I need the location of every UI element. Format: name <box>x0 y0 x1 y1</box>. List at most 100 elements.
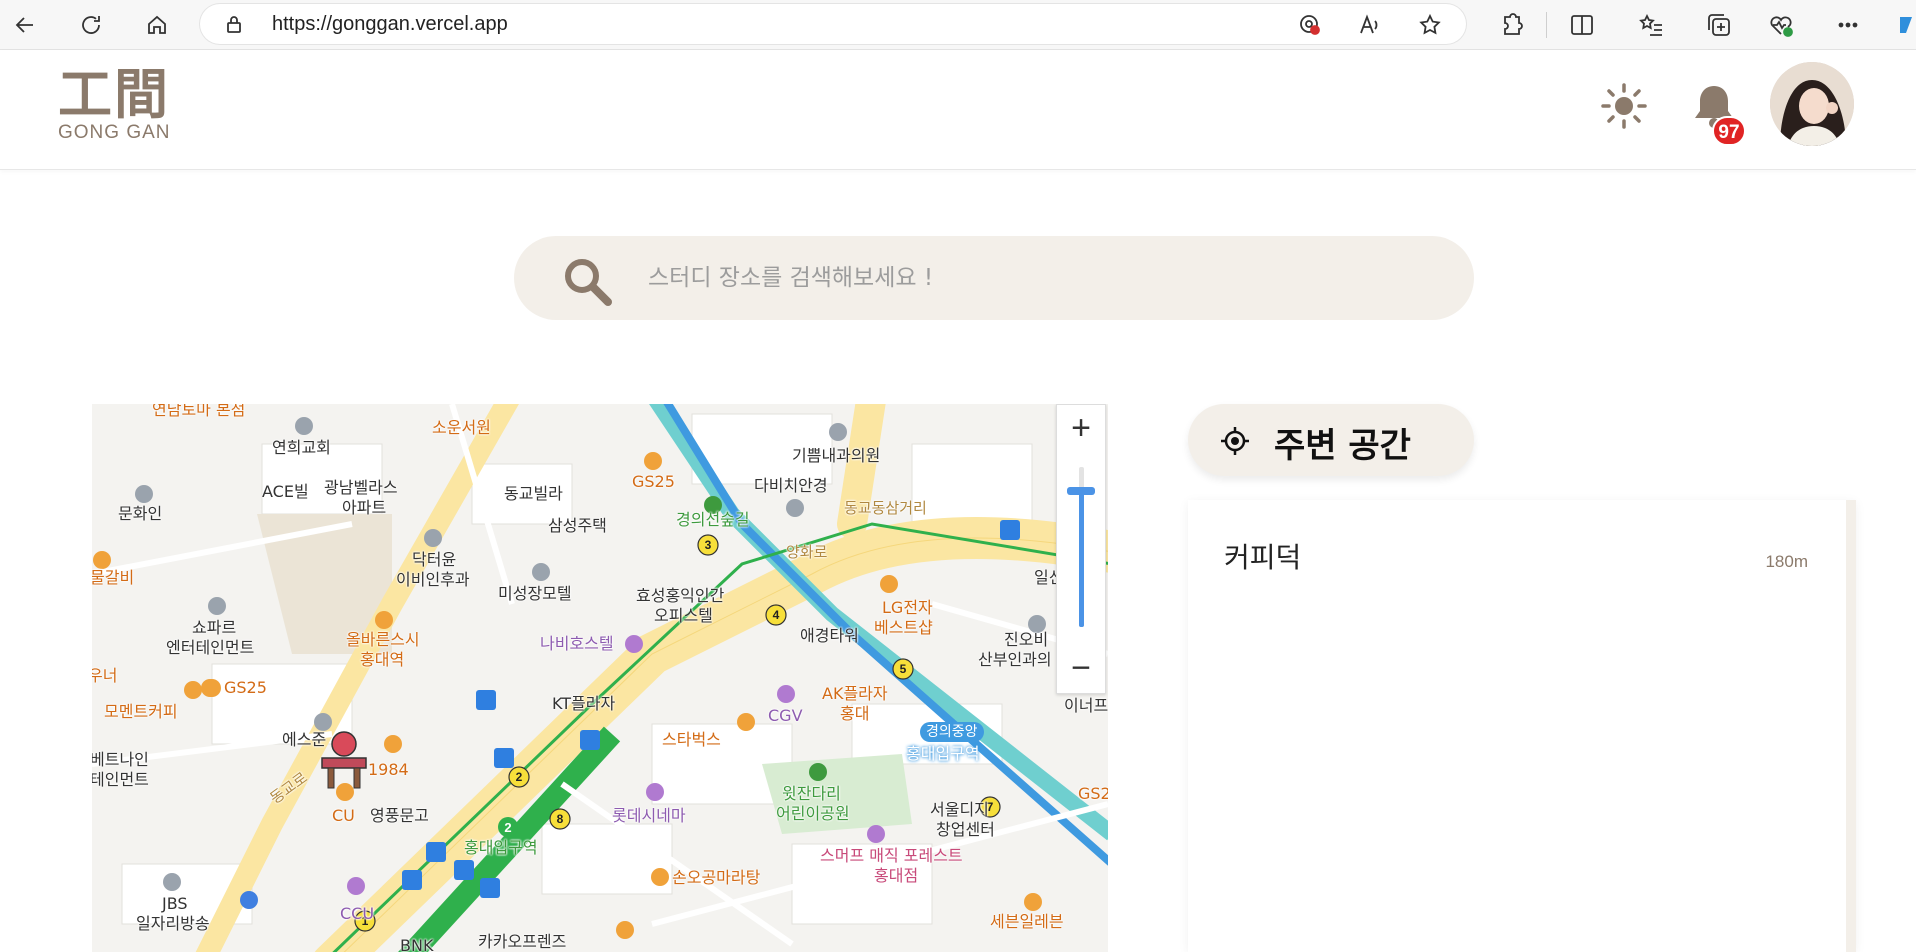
map-label[interactable]: 나비호스텔 <box>540 634 614 654</box>
map-label[interactable]: 애경타워 <box>800 626 859 646</box>
map-label[interactable]: ACE빌 <box>262 482 309 502</box>
map-view[interactable]: 345 287 1 2 연남토마 본점 연희교회 소운서원 문화인 ACE빌 광… <box>92 404 1108 952</box>
svg-text:3: 3 <box>705 538 712 552</box>
collections-icon[interactable] <box>1705 11 1733 39</box>
map-label[interactable]: GS25 <box>224 678 267 698</box>
map-label[interactable]: 미성장모텔 <box>498 584 572 604</box>
map-label[interactable]: 진오비 <box>1004 630 1048 650</box>
home-icon[interactable] <box>142 10 172 40</box>
map-label[interactable]: 다비치안경 <box>754 476 828 496</box>
map-label[interactable]: 문화인 <box>118 504 162 524</box>
map-label[interactable]: 아파트 <box>342 498 386 518</box>
map-label[interactable]: 양화로 <box>786 542 827 562</box>
lock-icon[interactable] <box>224 14 244 34</box>
map-label[interactable]: 홍대역 <box>360 650 404 670</box>
search-icon[interactable] <box>560 254 616 310</box>
map-label[interactable]: 홍대입구역 <box>464 838 538 858</box>
map-label[interactable]: 스타벅스 <box>662 730 721 750</box>
map-label[interactable]: 테인먼트 <box>92 770 149 790</box>
more-icon[interactable] <box>1834 11 1862 39</box>
read-aloud-icon[interactable] <box>1358 13 1382 37</box>
map-label[interactable]: 어린이공원 <box>776 804 850 824</box>
map-label[interactable]: 소운서원 <box>432 418 491 438</box>
map-label[interactable]: 영풍문고 <box>370 806 429 826</box>
map-label[interactable]: 스머프 매직 포레스트 <box>820 846 963 866</box>
map-label[interactable]: 기쁨내과의원 <box>792 446 880 466</box>
map-label[interactable]: 이너프 <box>1064 696 1108 716</box>
copilot-icon[interactable] <box>1896 11 1916 39</box>
map-label[interactable]: 동교동삼거리 <box>844 498 927 518</box>
map-label[interactable]: 연남토마 본점 <box>152 404 245 420</box>
map-label[interactable]: 경의중앙 <box>920 722 984 742</box>
address-bar[interactable]: https://gonggan.vercel.app <box>200 4 1466 44</box>
map-label[interactable]: AK플라자 <box>822 684 888 704</box>
map-label[interactable]: 연희교회 <box>272 438 331 458</box>
map-label[interactable]: 광남벨라스 <box>324 478 398 498</box>
map-label[interactable]: 베스트샵 <box>874 618 933 638</box>
map-label[interactable]: 오피스텔 <box>654 606 713 626</box>
split-screen-icon[interactable] <box>1568 11 1596 39</box>
map-label[interactable]: BNK <box>400 936 433 952</box>
map-label[interactable]: 세븐일레븐 <box>990 912 1064 932</box>
map-label[interactable]: 윗잔다리 <box>782 784 841 804</box>
search-bar[interactable] <box>514 236 1474 320</box>
map-label[interactable]: 이비인후과 <box>396 570 470 590</box>
map-label[interactable]: 서울디지 <box>930 800 989 820</box>
notification-badge: 97 <box>1712 116 1746 146</box>
map-label[interactable]: 홍대입구역 <box>906 744 980 764</box>
map-label[interactable]: 올바른스시 <box>346 630 420 650</box>
logo[interactable]: 工間 GONG GAN <box>58 66 171 144</box>
map-label[interactable]: CGV <box>768 706 803 726</box>
map-label[interactable]: 창업센터 <box>936 820 995 840</box>
tracking-icon[interactable] <box>1298 13 1322 37</box>
zoom-slider-handle[interactable] <box>1067 487 1095 495</box>
map-label[interactable]: 쇼파르 <box>192 618 236 638</box>
back-icon[interactable] <box>10 10 40 40</box>
map-label[interactable]: LG전자 <box>882 598 933 618</box>
extensions-icon[interactable] <box>1497 11 1525 39</box>
favorite-icon[interactable] <box>1418 13 1442 37</box>
map-label[interactable]: 우너 <box>92 666 117 686</box>
map-label[interactable]: 일자리방송 <box>136 914 210 934</box>
map-label[interactable]: 카카오프렌즈 <box>478 932 566 952</box>
map-label[interactable]: 롯데시네마 <box>612 806 686 826</box>
search-input[interactable] <box>646 256 1426 300</box>
map-label[interactable]: CU <box>332 806 355 826</box>
map-label[interactable]: 삼성주택 <box>548 516 607 536</box>
map-label[interactable]: GS2 <box>1078 784 1108 804</box>
map-label[interactable]: GS25 <box>632 472 675 492</box>
map-label[interactable]: 물갈비 <box>92 568 134 588</box>
favorites-list-icon[interactable] <box>1637 11 1665 39</box>
map-label[interactable]: 베트나인 <box>92 750 149 770</box>
browser-essentials-icon[interactable] <box>1767 11 1795 39</box>
url-text[interactable]: https://gonggan.vercel.app <box>272 13 508 36</box>
map-label[interactable]: 모멘트커피 <box>104 702 178 722</box>
map-label[interactable]: 홍대점 <box>874 866 918 886</box>
sun-icon[interactable] <box>1600 82 1648 130</box>
svg-text:4: 4 <box>773 608 780 622</box>
browser-toolbar: https://gonggan.vercel.app <box>0 0 1916 50</box>
avatar[interactable] <box>1770 62 1854 146</box>
map-label[interactable]: 1984 <box>368 760 409 780</box>
map-label[interactable]: 닥터윤 <box>412 550 456 570</box>
site-header: 工間 GONG GAN 97 <box>0 50 1916 170</box>
map-label[interactable]: 엔터테인먼트 <box>166 638 254 658</box>
map-label[interactable]: JBS <box>162 894 188 914</box>
zoom-in-button[interactable]: + <box>1057 405 1105 453</box>
map-label[interactable]: KT플라자 <box>552 694 615 714</box>
list-item[interactable]: 커피덕 180m <box>1188 500 1846 580</box>
map-label[interactable]: 손오공마라탕 <box>672 868 760 888</box>
map-label[interactable]: 동교빌라 <box>504 484 563 504</box>
map-label[interactable]: 홍대 <box>840 704 869 724</box>
map-label[interactable]: CCU <box>340 904 374 924</box>
map-label[interactable]: 경의선숲길 <box>676 510 750 530</box>
map-label[interactable]: 에스준 <box>282 730 326 750</box>
location-target-icon <box>1220 426 1250 456</box>
place-distance: 180m <box>1765 552 1808 571</box>
refresh-icon[interactable] <box>76 10 106 40</box>
zoom-out-button[interactable]: − <box>1057 645 1105 693</box>
logo-subtitle: GONG GAN <box>58 122 171 143</box>
map-label[interactable]: 효성홍익인간 <box>636 586 724 606</box>
nearby-header[interactable]: 주변 공간 <box>1188 404 1474 476</box>
map-label[interactable]: 산부인과의 <box>978 650 1052 670</box>
